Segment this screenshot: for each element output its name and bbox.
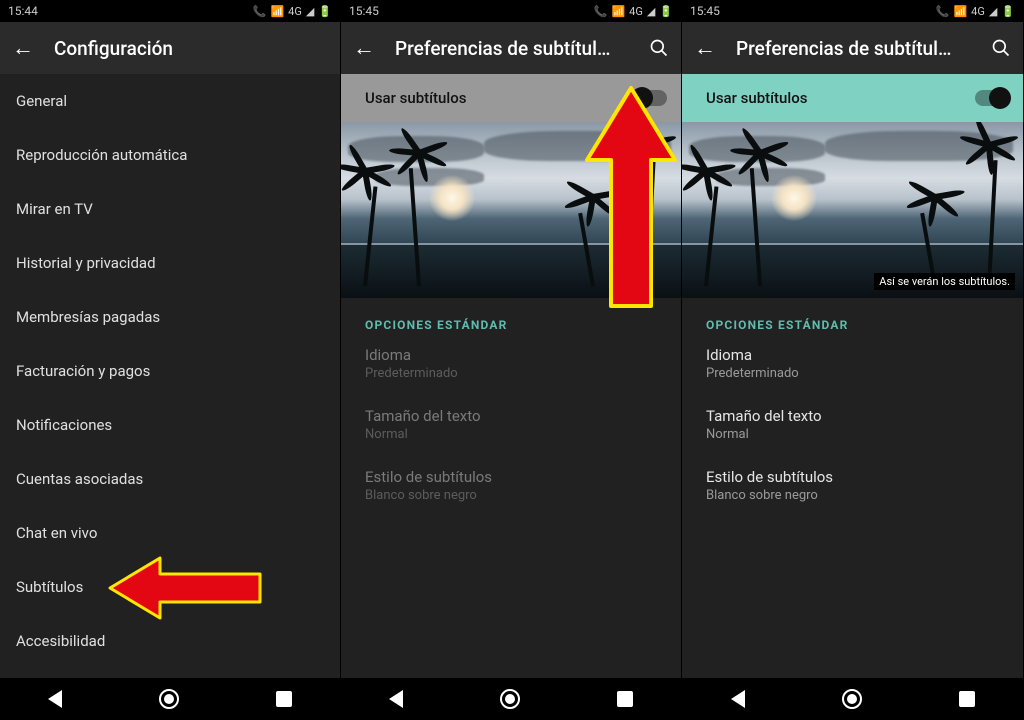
android-nav-bar <box>682 678 1023 720</box>
settings-item-tv[interactable]: Mirar en TV <box>0 182 340 236</box>
call-icon: 📞 <box>253 5 267 18</box>
battery-icon: 🔋 <box>1001 5 1015 18</box>
caption-preview-image: Así se verán los subtítulos. <box>682 122 1023 298</box>
status-bar: 15:45 📞 📶 4G ◢ 🔋 <box>341 0 681 22</box>
call-icon: 📞 <box>594 5 608 18</box>
call-icon: 📞 <box>936 5 950 18</box>
network-label: 4G <box>971 5 985 18</box>
network-label: 4G <box>629 5 643 18</box>
clock: 15:45 <box>690 4 720 18</box>
signal-icon: ◢ <box>989 5 997 18</box>
signal-icon: ◢ <box>306 5 314 18</box>
wifi-icon: 📶 <box>611 5 625 18</box>
wifi-icon: 📶 <box>270 5 284 18</box>
app-bar: ← Configuración <box>0 22 340 74</box>
options-header: OPCIONES ESTÁNDAR <box>365 318 665 332</box>
wifi-icon: 📶 <box>953 5 967 18</box>
back-icon[interactable]: ← <box>694 35 716 61</box>
battery-icon: 🔋 <box>318 5 332 18</box>
clock: 15:45 <box>349 4 379 18</box>
option-text-size[interactable]: Tamaño del texto Normal <box>365 407 665 442</box>
settings-item-livechat[interactable]: Chat en vivo <box>0 506 340 560</box>
option-caption-style[interactable]: Estilo de subtítulos Blanco sobre negro <box>365 468 665 503</box>
settings-item-general[interactable]: General <box>0 74 340 128</box>
battery-icon: 🔋 <box>659 5 673 18</box>
caption-preview-image <box>341 122 681 298</box>
settings-item-subtitles[interactable]: Subtítulos <box>0 560 340 614</box>
use-subtitles-toggle-row[interactable]: Usar subtítulos <box>341 74 681 122</box>
page-title: Configuración <box>54 37 328 60</box>
option-caption-style[interactable]: Estilo de subtítulos Blanco sobre negro <box>706 468 1007 503</box>
settings-item-accounts[interactable]: Cuentas asociadas <box>0 452 340 506</box>
screen-captions-off: 15:45 📞 📶 4G ◢ 🔋 ← Preferencias de subtí… <box>341 0 682 720</box>
nav-back-icon[interactable] <box>389 690 403 708</box>
use-subtitles-switch[interactable] <box>633 90 667 106</box>
settings-item-autoplay[interactable]: Reproducción automática <box>0 128 340 182</box>
android-nav-bar <box>0 678 340 720</box>
signal-icon: ◢ <box>647 5 655 18</box>
option-language[interactable]: Idioma Predeterminado <box>706 346 1007 381</box>
nav-recent-icon[interactable] <box>617 691 633 707</box>
nav-home-icon[interactable] <box>500 689 520 709</box>
settings-list: General Reproducción automática Mirar en… <box>0 74 340 678</box>
network-label: 4G <box>288 5 302 18</box>
options-header: OPCIONES ESTÁNDAR <box>706 318 1007 332</box>
nav-home-icon[interactable] <box>842 689 862 709</box>
settings-item-notifs[interactable]: Notificaciones <box>0 398 340 452</box>
screen-captions-on: 15:45 📞 📶 4G ◢ 🔋 ← Preferencias de subtí… <box>682 0 1024 720</box>
page-title: Preferencias de subtítul… <box>736 37 971 60</box>
status-icons: 📞 📶 4G ◢ 🔋 <box>936 5 1015 18</box>
status-icons: 📞 📶 4G ◢ 🔋 <box>594 5 673 18</box>
caption-options: OPCIONES ESTÁNDAR Idioma Predeterminado … <box>682 298 1023 533</box>
use-subtitles-label: Usar subtítulos <box>706 89 975 107</box>
settings-item-billing[interactable]: Facturación y pagos <box>0 344 340 398</box>
option-text-size[interactable]: Tamaño del texto Normal <box>706 407 1007 442</box>
settings-item-memberships[interactable]: Membresías pagadas <box>0 290 340 344</box>
caption-options: OPCIONES ESTÁNDAR Idioma Predeterminado … <box>341 298 681 533</box>
use-subtitles-label: Usar subtítulos <box>365 89 633 107</box>
nav-back-icon[interactable] <box>731 690 745 708</box>
search-icon[interactable] <box>649 38 669 58</box>
status-icons: 📞 📶 4G ◢ 🔋 <box>253 5 332 18</box>
status-bar: 15:44 📞 📶 4G ◢ 🔋 <box>0 0 340 22</box>
nav-home-icon[interactable] <box>159 689 179 709</box>
use-subtitles-switch[interactable] <box>975 90 1009 106</box>
clock: 15:44 <box>8 4 38 18</box>
search-icon[interactable] <box>991 38 1011 58</box>
nav-recent-icon[interactable] <box>959 691 975 707</box>
screen-configuration: 15:44 📞 📶 4G ◢ 🔋 ← Configuración General… <box>0 0 341 720</box>
caption-sample-text: Así se verán los subtítulos. <box>874 273 1015 290</box>
back-icon[interactable]: ← <box>353 35 375 61</box>
status-bar: 15:45 📞 📶 4G ◢ 🔋 <box>682 0 1023 22</box>
settings-item-about[interactable]: Acerca de <box>0 668 340 678</box>
nav-back-icon[interactable] <box>48 690 62 708</box>
app-bar: ← Preferencias de subtítul… <box>341 22 681 74</box>
nav-recent-icon[interactable] <box>276 691 292 707</box>
android-nav-bar <box>341 678 681 720</box>
use-subtitles-toggle-row[interactable]: Usar subtítulos <box>682 74 1023 122</box>
page-title: Preferencias de subtítul… <box>395 37 629 60</box>
settings-item-a11y[interactable]: Accesibilidad <box>0 614 340 668</box>
settings-item-history[interactable]: Historial y privacidad <box>0 236 340 290</box>
option-language[interactable]: Idioma Predeterminado <box>365 346 665 381</box>
app-bar: ← Preferencias de subtítul… <box>682 22 1023 74</box>
back-icon[interactable]: ← <box>12 35 34 61</box>
